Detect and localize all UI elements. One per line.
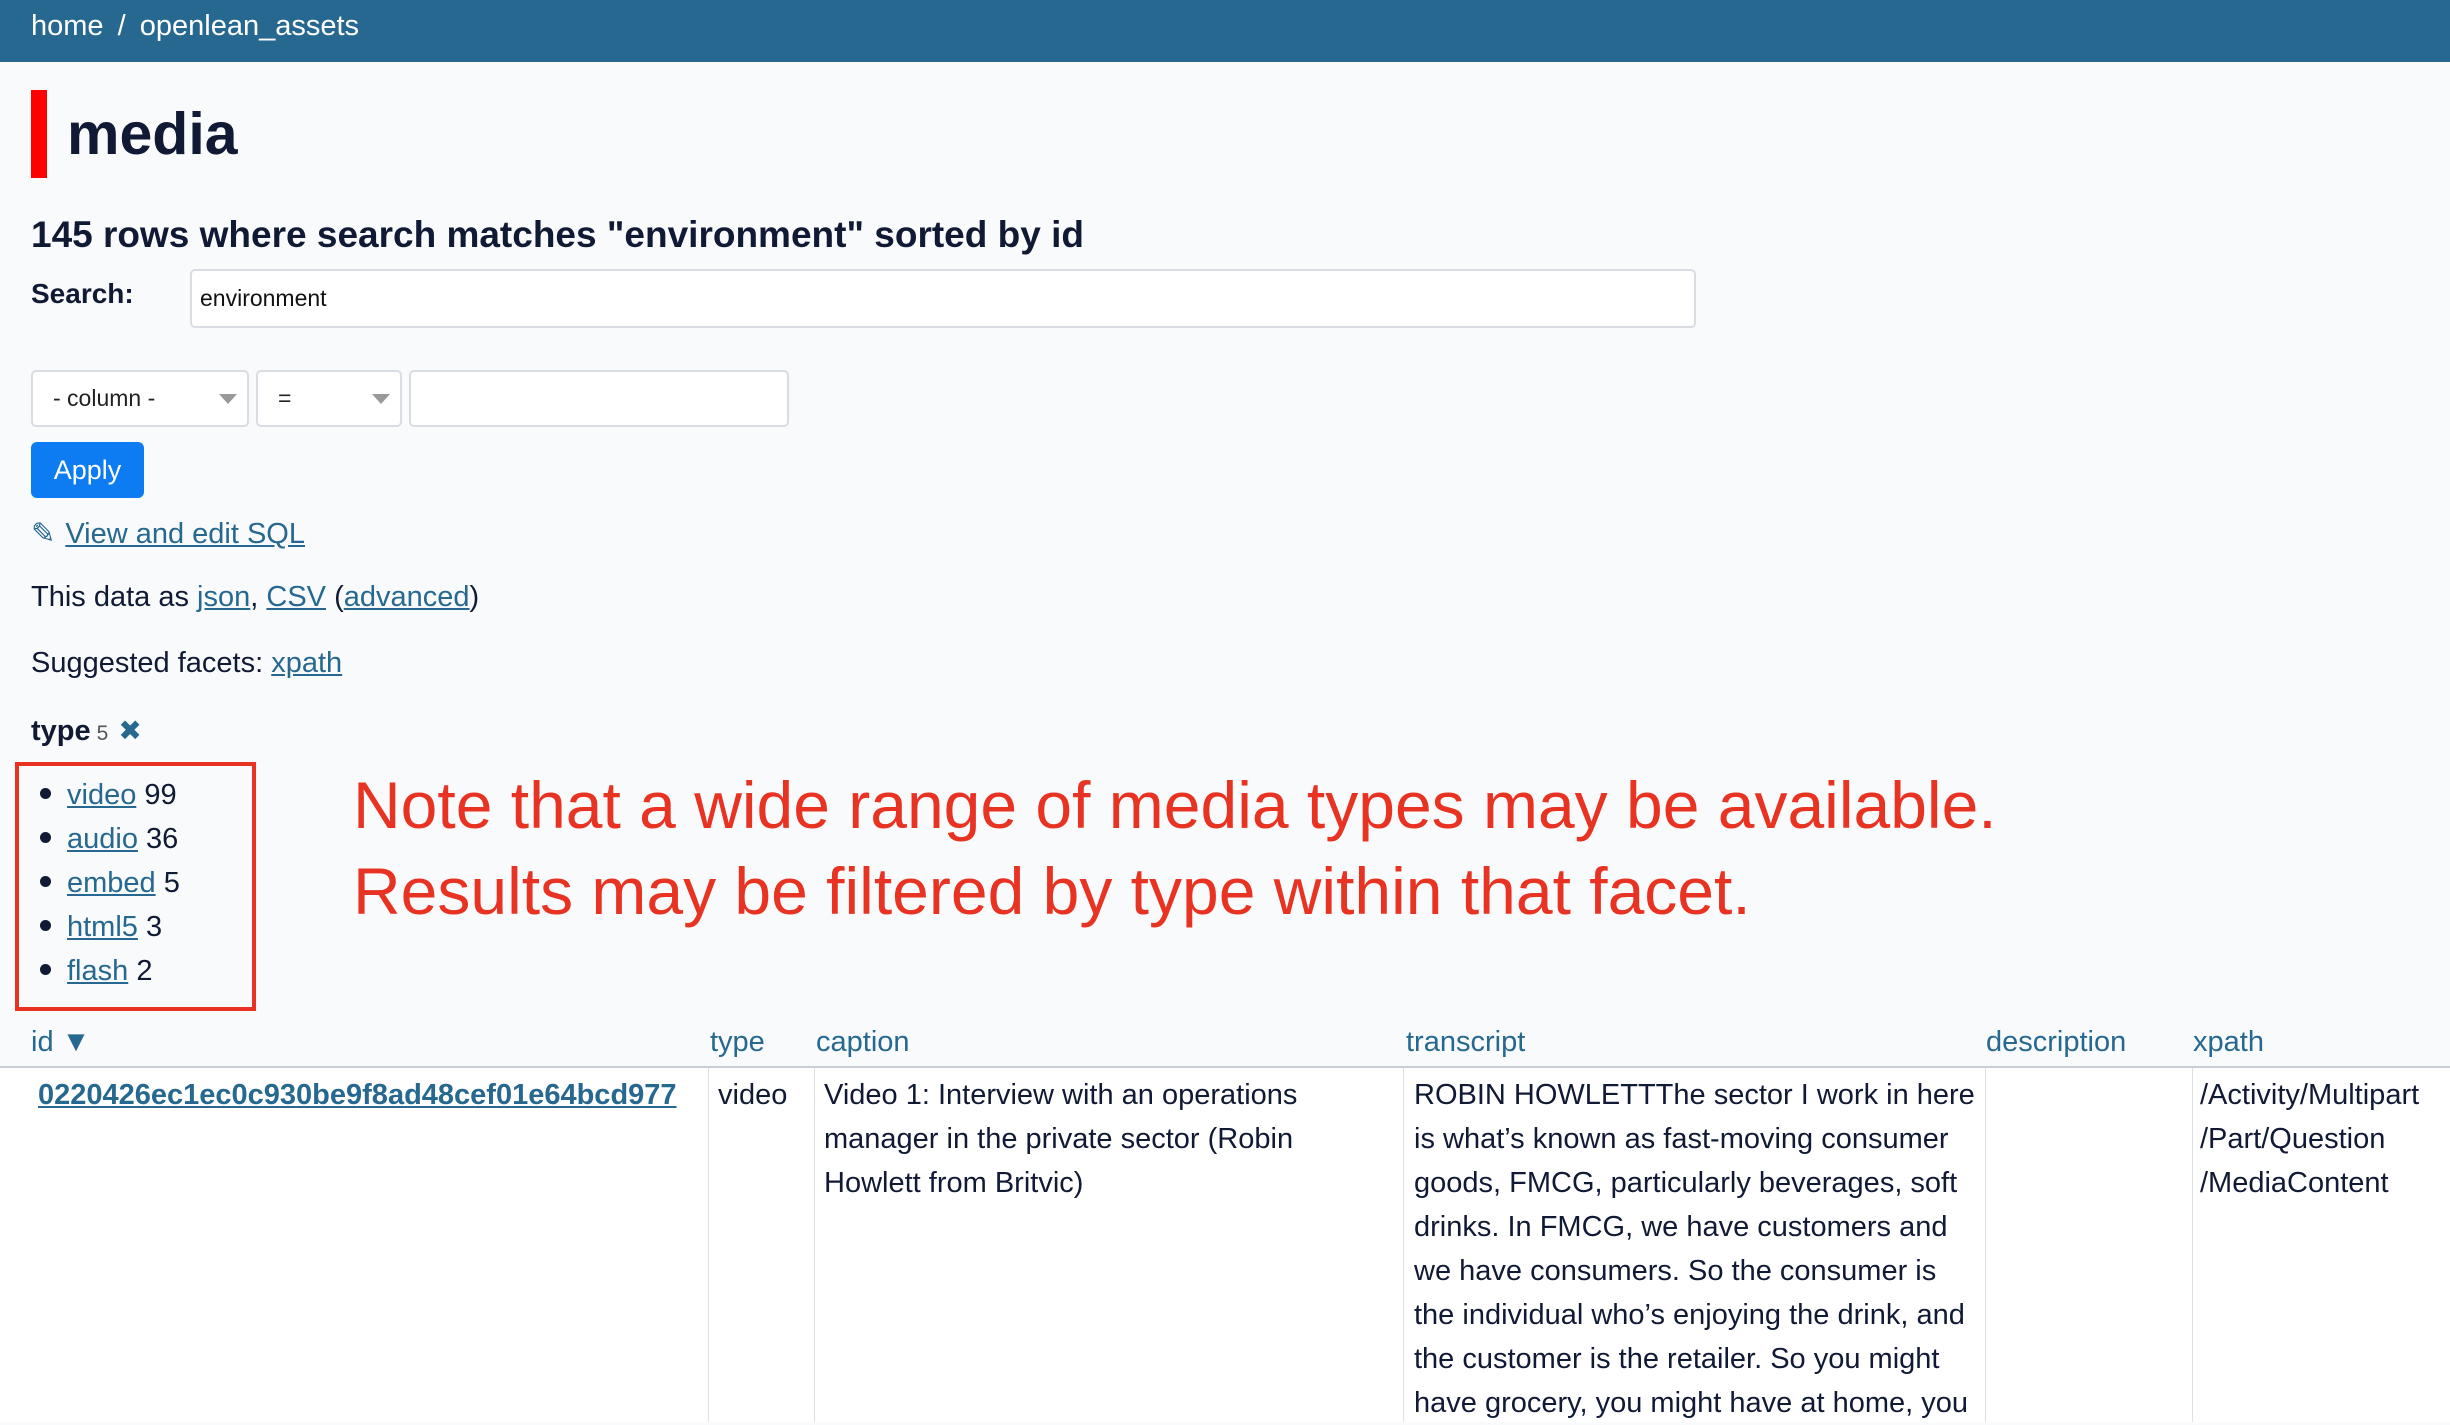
chevron-down-icon xyxy=(372,394,390,404)
annotation-line-1: Note that a wide range of media types ma… xyxy=(353,768,1997,842)
row-type-cell: video xyxy=(718,1079,788,1111)
export-advanced-link[interactable]: advanced xyxy=(344,581,470,613)
column-select[interactable]: - column - xyxy=(31,370,249,427)
breadcrumb-bar: home / openlean_assets xyxy=(0,0,2450,62)
operator-select[interactable]: = xyxy=(256,370,402,427)
breadcrumb-home-link[interactable]: home xyxy=(31,10,104,42)
suggested-facet-xpath-link[interactable]: xpath xyxy=(271,647,342,679)
facet-type-list: video 99 audio 36 embed 5 html5 3 flash … xyxy=(40,776,180,996)
bullet-icon xyxy=(40,875,51,887)
caption-line: Howlett from Britvic) xyxy=(824,1167,1084,1199)
close-icon[interactable]: ✖ xyxy=(118,715,141,746)
facet-item-count: 5 xyxy=(163,867,180,899)
view-edit-sql: ✎ View and edit SQL xyxy=(31,516,305,551)
facet-item-count: 99 xyxy=(144,779,177,811)
facet-name: type xyxy=(31,715,91,747)
column-header-description[interactable]: description xyxy=(1986,1026,2126,1059)
facet-item: video 99 xyxy=(40,776,180,820)
facet-type-header: type 5 ✖ xyxy=(31,714,142,748)
annotation-note: Note that a wide range of media types ma… xyxy=(353,762,2403,934)
transcript-line: have grocery, you might have at home, yo… xyxy=(1414,1387,1968,1419)
facet-item-embed-link[interactable]: embed xyxy=(67,867,156,899)
column-divider xyxy=(1403,1068,1404,1422)
xpath-line: /MediaContent xyxy=(2200,1167,2389,1199)
transcript-line: goods, FMCG, particularly beverages, sof… xyxy=(1414,1167,1958,1199)
column-header-transcript[interactable]: transcript xyxy=(1406,1026,1525,1059)
facet-count: 5 xyxy=(96,722,109,745)
export-open-paren: ( xyxy=(334,581,344,613)
export-json-link[interactable]: json xyxy=(197,581,250,613)
row-caption-cell: Video 1: Interview with an operations ma… xyxy=(824,1073,1297,1205)
facet-item: html5 3 xyxy=(40,908,180,952)
caption-line: manager in the private sector (Robin xyxy=(824,1123,1294,1155)
transcript-line: is what’s known as fast-moving consumer xyxy=(1414,1123,1949,1155)
suggested-facets: Suggested facets: xpath xyxy=(31,647,342,680)
column-divider xyxy=(2192,1068,2193,1422)
search-label: Search: xyxy=(31,278,134,309)
view-edit-sql-link[interactable]: View and edit SQL xyxy=(65,518,305,550)
column-header-type[interactable]: type xyxy=(710,1026,765,1059)
caption-line: Video 1: Interview with an operations xyxy=(824,1079,1298,1111)
export-comma: , xyxy=(250,581,259,613)
bullet-icon xyxy=(40,787,51,799)
export-links: This data as json, CSV (advanced) xyxy=(31,581,479,614)
facet-item-audio-link[interactable]: audio xyxy=(67,823,138,855)
facet-item-count: 3 xyxy=(145,911,163,943)
column-header-xpath[interactable]: xpath xyxy=(2193,1026,2264,1059)
facet-item: flash 2 xyxy=(40,952,180,996)
transcript-line: ROBIN HOWLETTThe sector I work in here xyxy=(1414,1079,1975,1111)
pencil-icon: ✎ xyxy=(31,518,56,550)
title-accent-bar xyxy=(31,90,47,178)
annotation-line-2: Results may be filtered by type within t… xyxy=(353,854,1751,928)
filter-value-input[interactable] xyxy=(409,370,789,427)
bullet-icon xyxy=(40,963,51,975)
export-csv-link[interactable]: CSV xyxy=(266,581,326,613)
facet-item-count: 2 xyxy=(136,955,153,987)
page-header: media xyxy=(31,90,238,178)
row-xpath-cell: /Activity/Multipart /Part/Question /Medi… xyxy=(2200,1073,2419,1205)
column-divider xyxy=(708,1068,709,1422)
apply-button[interactable]: Apply xyxy=(31,442,144,498)
breadcrumb-database-link[interactable]: openlean_assets xyxy=(140,10,359,42)
facet-item-html5-link[interactable]: html5 xyxy=(67,911,138,943)
page-title: media xyxy=(67,101,238,167)
facet-item-video-link[interactable]: video xyxy=(67,779,136,811)
chevron-down-icon xyxy=(219,394,237,404)
operator-select-value: = xyxy=(278,385,292,411)
export-prefix: This data as xyxy=(31,581,189,613)
xpath-line: /Activity/Multipart xyxy=(2200,1079,2420,1111)
transcript-line: the customer is the retailer. So you mig… xyxy=(1414,1343,1940,1375)
row-count-heading: 145 rows where search matches "environme… xyxy=(31,214,1084,255)
transcript-line: the individual who’s enjoying the drink,… xyxy=(1414,1299,1965,1331)
column-divider xyxy=(1985,1068,1986,1422)
search-input[interactable] xyxy=(190,269,1696,328)
bullet-icon xyxy=(40,919,51,931)
export-close-paren: ) xyxy=(469,581,480,613)
table-header: id ▼ type caption transcript description… xyxy=(0,1024,2450,1068)
breadcrumb-separator: / xyxy=(117,10,126,42)
facet-item: embed 5 xyxy=(40,864,180,908)
facet-item: audio 36 xyxy=(40,820,180,864)
row-id-link[interactable]: 0220426ec1ec0c930be9f8ad48cef01e64bcd977 xyxy=(38,1073,677,1117)
column-header-id[interactable]: id ▼ xyxy=(31,1026,90,1059)
column-header-caption[interactable]: caption xyxy=(816,1026,910,1059)
xpath-line: /Part/Question xyxy=(2200,1123,2386,1155)
bullet-icon xyxy=(40,831,51,843)
facet-item-count: 36 xyxy=(146,823,179,855)
facet-item-flash-link[interactable]: flash xyxy=(67,955,128,987)
column-select-value: - column - xyxy=(53,385,156,411)
transcript-line: we have consumers. So the consumer is xyxy=(1414,1255,1937,1287)
column-divider xyxy=(814,1068,815,1422)
suggested-facets-label: Suggested facets: xyxy=(31,647,264,679)
transcript-line: drinks. In FMCG, we have customers and xyxy=(1414,1211,1948,1243)
row-transcript-cell: ROBIN HOWLETTThe sector I work in here i… xyxy=(1414,1073,1975,1425)
